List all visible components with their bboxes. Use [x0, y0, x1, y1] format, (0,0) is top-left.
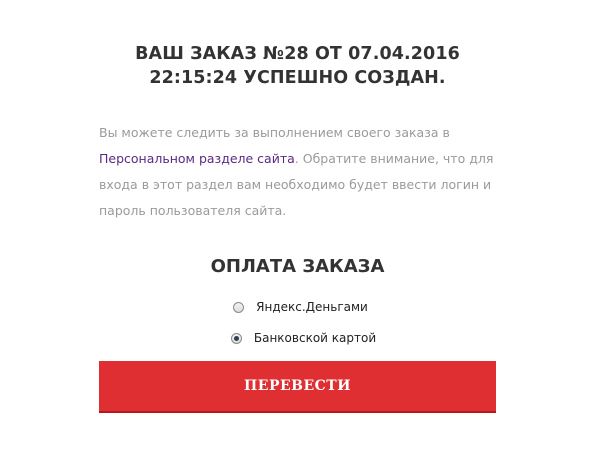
personal-section-link[interactable]: Персональном разделе сайта — [99, 151, 295, 166]
payment-option-label: Банковской картой — [253, 331, 377, 345]
order-title-line-1: ВАШ ЗАКАЗ №28 ОТ 07.04.2016 — [135, 44, 460, 64]
order-title-line-2: 22:15:24 УСПЕШНО СОЗДАН. — [149, 68, 446, 88]
payment-option-bank-card[interactable]: Банковской картой — [111, 330, 496, 346]
payment-title: ОПЛАТА ЗАКАЗА — [210, 256, 385, 277]
order-info-text: Вы можете следить за выполнением своего … — [99, 120, 496, 224]
info-text-before-link: Вы можете следить за выполнением своего … — [99, 125, 450, 140]
payment-option-label: Яндекс.Деньгами — [256, 300, 368, 314]
payment-options: Яндекс.Деньгами Банковской картой — [99, 299, 496, 346]
radio-yandex-money[interactable] — [233, 301, 245, 313]
payment-option-yandex-money[interactable]: Яндекс.Деньгами — [105, 299, 496, 315]
radio-bank-card[interactable] — [230, 332, 242, 344]
transfer-button[interactable]: ПЕРЕВЕСТИ — [99, 361, 496, 413]
order-confirmation: ВАШ ЗАКАЗ №28 ОТ 07.04.2016 22:15:24 УСП… — [99, 0, 496, 413]
order-title: ВАШ ЗАКАЗ №28 ОТ 07.04.2016 22:15:24 УСП… — [99, 42, 496, 90]
